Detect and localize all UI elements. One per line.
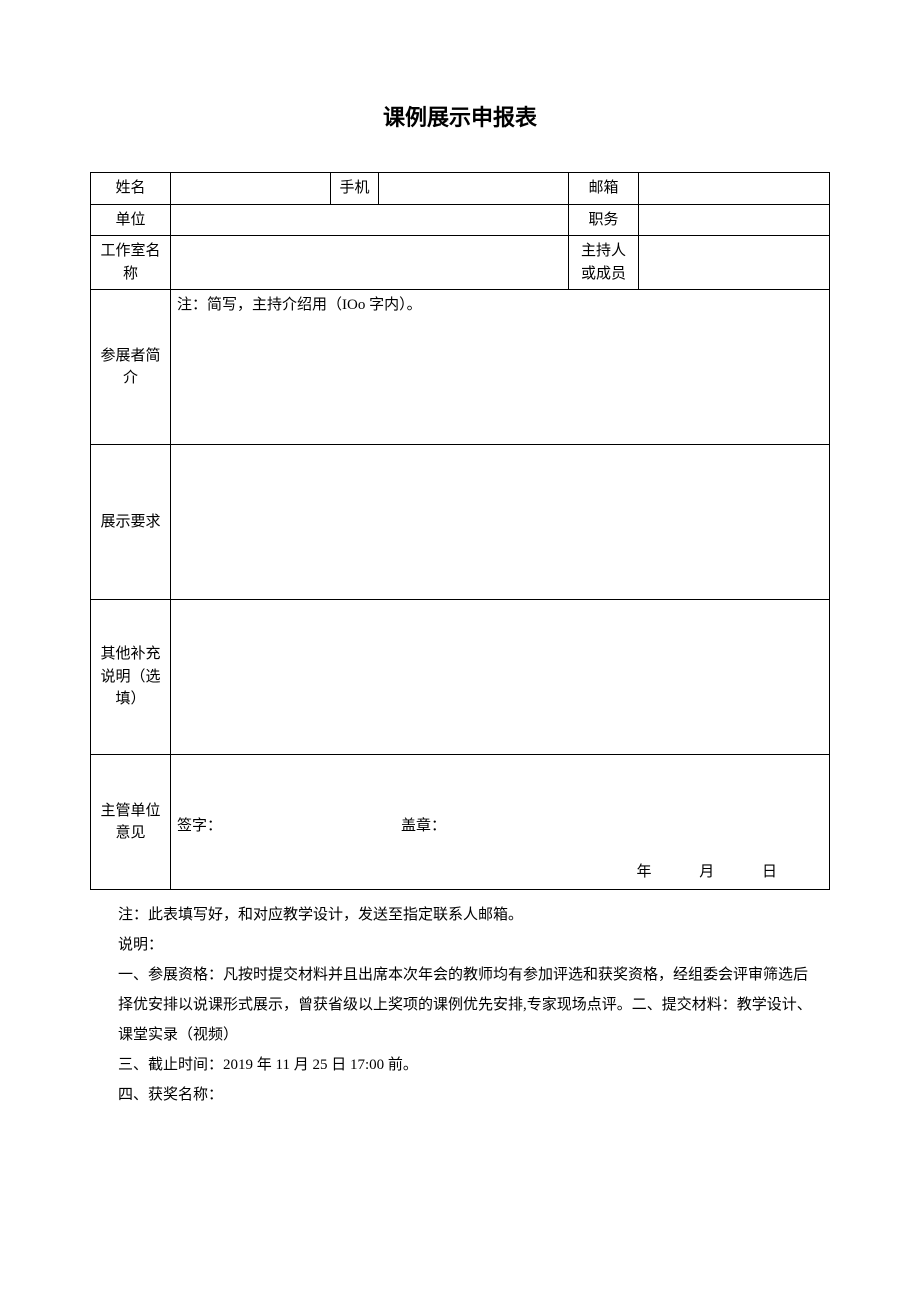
value-host-or-member[interactable] xyxy=(639,236,830,290)
table-row: 主管单位意见 签字： 盖章： 年 月 日 xyxy=(91,755,830,890)
page-title: 课例展示申报表 xyxy=(90,100,830,132)
label-phone: 手机 xyxy=(331,173,379,205)
label-opinion: 主管单位意见 xyxy=(91,755,171,890)
label-intro: 参展者简介 xyxy=(91,290,171,445)
label-unit: 单位 xyxy=(91,204,171,236)
table-row: 单位 职务 xyxy=(91,204,830,236)
table-row: 姓名 手机 邮箱 xyxy=(91,173,830,205)
value-opinion[interactable]: 签字： 盖章： 年 月 日 xyxy=(171,755,830,890)
value-name[interactable] xyxy=(171,173,331,205)
date-line: 年 月 日 xyxy=(614,861,799,884)
value-email[interactable] xyxy=(639,173,830,205)
note-line: 四、获奖名称： xyxy=(118,1080,820,1110)
month-label: 月 xyxy=(699,864,714,880)
table-row: 其他补充说明（选填） xyxy=(91,600,830,755)
notes-section: 注：此表填写好，和对应教学设计，发送至指定联系人邮箱。 说明： 一、参展资格：凡… xyxy=(90,900,830,1110)
value-position[interactable] xyxy=(639,204,830,236)
note-line: 说明： xyxy=(118,930,820,960)
table-row: 参展者简介 注：简写，主持介绍用（IOo 字内）。 xyxy=(91,290,830,445)
seal-label: 盖章： xyxy=(401,815,446,838)
value-other[interactable] xyxy=(171,600,830,755)
label-other: 其他补充说明（选填） xyxy=(91,600,171,755)
application-form-table: 姓名 手机 邮箱 单位 职务 工作室名称 主持人或成员 参展者简介 注：简写，主… xyxy=(90,172,830,890)
note-line: 三、截止时间：2019 年 11 月 25 日 17:00 前。 xyxy=(118,1050,820,1080)
value-unit[interactable] xyxy=(171,204,569,236)
intro-note: 注：简写，主持介绍用（IOo 字内）。 xyxy=(177,297,422,313)
day-label: 日 xyxy=(762,864,777,880)
year-label: 年 xyxy=(636,864,651,880)
label-requirement: 展示要求 xyxy=(91,445,171,600)
value-studio[interactable] xyxy=(171,236,569,290)
note-line: 一、参展资格：凡按时提交材料并且出席本次年会的教师均有参加评选和获奖资格，经组委… xyxy=(118,960,820,1050)
note-line: 注：此表填写好，和对应教学设计，发送至指定联系人邮箱。 xyxy=(118,900,820,930)
value-intro[interactable]: 注：简写，主持介绍用（IOo 字内）。 xyxy=(171,290,830,445)
signature-label: 签字： xyxy=(177,815,222,838)
label-position: 职务 xyxy=(569,204,639,236)
value-phone[interactable] xyxy=(379,173,569,205)
label-studio: 工作室名称 xyxy=(91,236,171,290)
label-host-or-member: 主持人或成员 xyxy=(569,236,639,290)
table-row: 工作室名称 主持人或成员 xyxy=(91,236,830,290)
table-row: 展示要求 xyxy=(91,445,830,600)
value-requirement[interactable] xyxy=(171,445,830,600)
label-name: 姓名 xyxy=(91,173,171,205)
label-email: 邮箱 xyxy=(569,173,639,205)
